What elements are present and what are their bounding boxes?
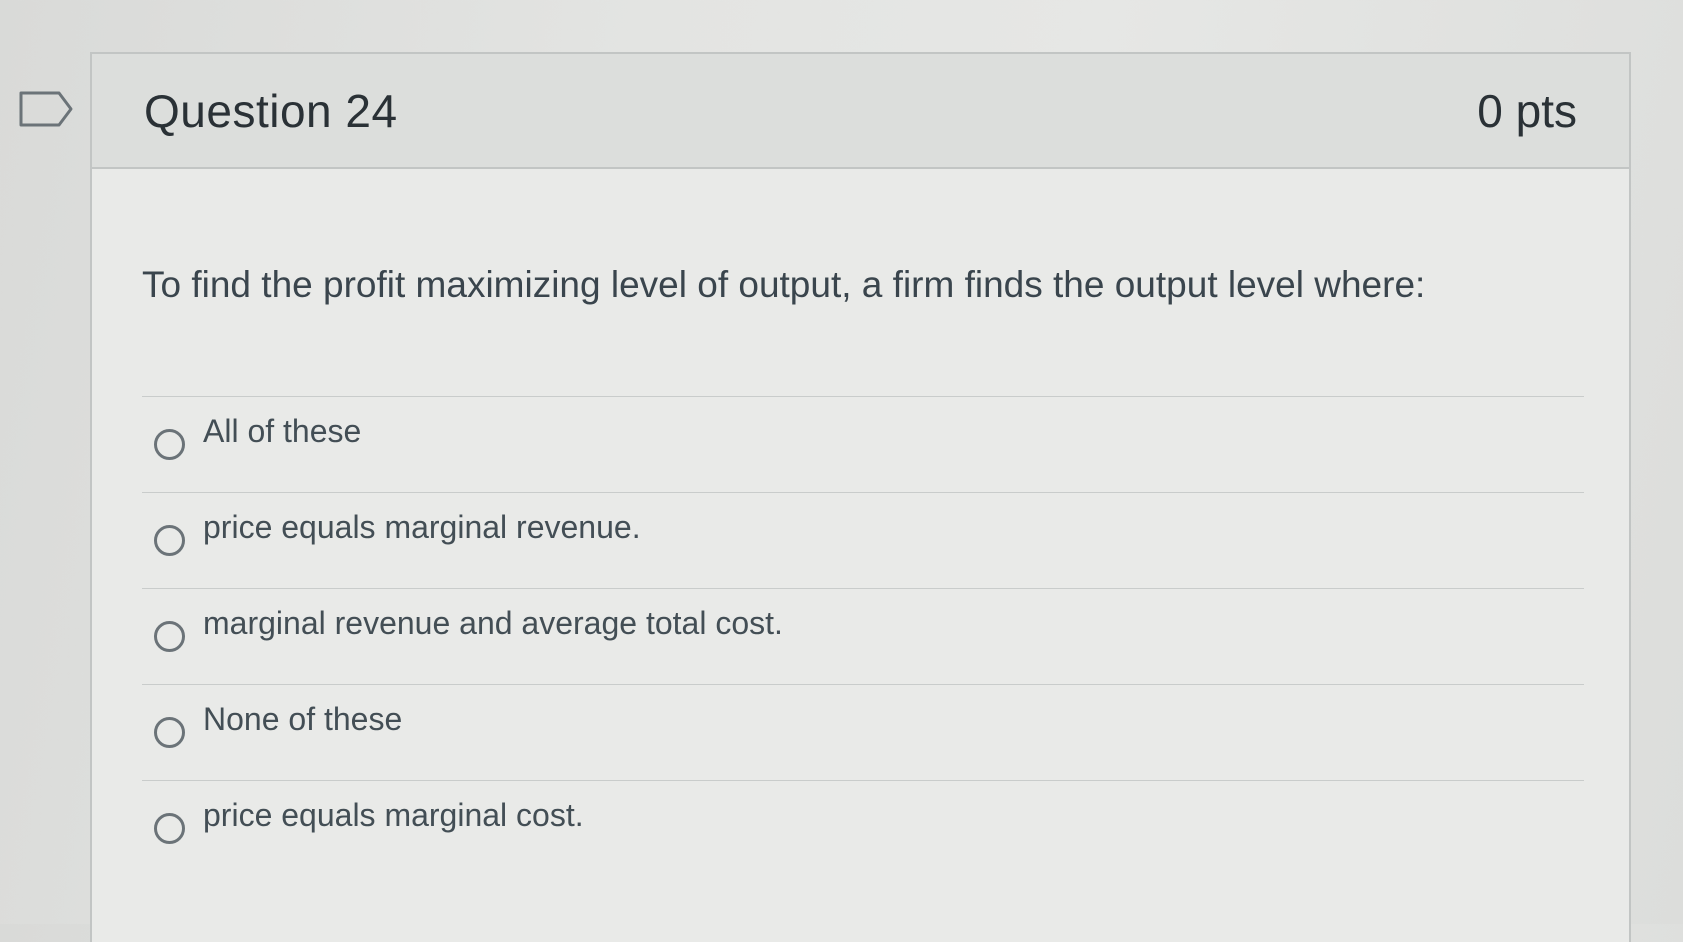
flag-question-icon[interactable] <box>19 91 75 127</box>
radio-button[interactable] <box>154 429 185 460</box>
answer-label[interactable]: price equals marginal revenue. <box>203 509 641 546</box>
radio-button[interactable] <box>154 717 185 748</box>
answer-option[interactable]: marginal revenue and average total cost. <box>142 588 1584 684</box>
question-card: Question 24 0 pts To find the profit max… <box>90 52 1631 942</box>
question-title: Question 24 <box>144 85 398 137</box>
answer-option[interactable]: All of these <box>142 396 1584 492</box>
answer-label[interactable]: All of these <box>203 413 361 450</box>
answer-label[interactable]: None of these <box>203 701 402 738</box>
answer-option[interactable]: None of these <box>142 684 1584 780</box>
radio-button[interactable] <box>154 621 185 652</box>
radio-button[interactable] <box>154 813 185 844</box>
answer-option[interactable]: price equals marginal revenue. <box>142 492 1584 588</box>
question-header: Question 24 0 pts <box>92 54 1629 169</box>
answer-list: All of these price equals marginal reven… <box>142 396 1584 876</box>
question-points: 0 pts <box>1477 85 1577 137</box>
answer-option[interactable]: price equals marginal cost. <box>142 780 1584 876</box>
answer-label[interactable]: marginal revenue and average total cost. <box>203 605 783 642</box>
radio-button[interactable] <box>154 525 185 556</box>
question-text: To find the profit maximizing level of o… <box>142 264 1426 305</box>
answer-label[interactable]: price equals marginal cost. <box>203 797 584 834</box>
